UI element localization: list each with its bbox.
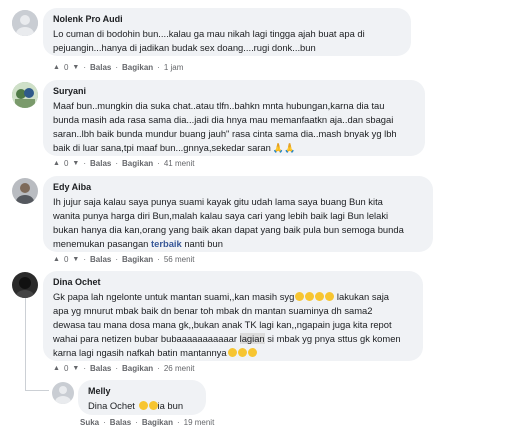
comment-bubble: Nolenk Pro Audi Lo cuman di bodohin bun.… bbox=[43, 8, 411, 56]
comment-actions: ▲ 0 ▼ · Balas · Bagikan · 1 jam bbox=[53, 63, 184, 73]
avatar[interactable] bbox=[52, 382, 74, 404]
comment-actions: ▲ 0 ▼ · Balas · Bagikan · 26 menit bbox=[53, 364, 195, 374]
share-button[interactable]: Bagikan bbox=[122, 63, 153, 73]
comment-author[interactable]: Nolenk Pro Audi bbox=[53, 13, 401, 25]
comment-line: saran..lbh baik bunda mundur buang jauh"… bbox=[53, 128, 397, 139]
upvote-icon[interactable]: ▲ bbox=[53, 159, 60, 169]
thread-connector bbox=[25, 390, 49, 391]
comment-actions: ▲ 0 ▼ · Balas · Bagikan · 41 menit bbox=[53, 159, 195, 169]
comment-line: dewasa tau mana dosa mana gk,,bukan anak… bbox=[53, 319, 392, 330]
highlighted-word: lagian bbox=[239, 333, 265, 344]
comment-text: Dina Ochet ia bun bbox=[88, 400, 184, 411]
comment-line: baik di luar sana,tpi maaf bun...gnnya,s… bbox=[53, 142, 296, 153]
comment-bubble: Melly Dina Ochet ia bun bbox=[78, 380, 206, 415]
hashtag-link[interactable]: terbaik bbox=[151, 238, 182, 249]
comment-actions: ▲ 0 ▼ · Balas · Bagikan · 56 menit bbox=[53, 255, 195, 265]
vote-count: 0 bbox=[63, 63, 69, 72]
comment-line: pejuangin...hanya di jadikan budak sex d… bbox=[53, 42, 316, 53]
comment-time[interactable]: 1 jam bbox=[164, 63, 184, 73]
vote-count: 0 bbox=[63, 255, 69, 264]
downvote-icon[interactable]: ▼ bbox=[72, 63, 79, 73]
comment-line: wanita punya harga diri Bun,malah kalau … bbox=[53, 210, 389, 221]
comment-time[interactable]: 41 menit bbox=[164, 159, 195, 169]
profile-photo-icon bbox=[12, 272, 38, 298]
comment-line: karna lagi ngasih nafkah batin mantannya bbox=[53, 346, 413, 360]
comment-text: Ih jujur saja kalau saya punya suami kay… bbox=[53, 195, 423, 251]
profile-photo-icon bbox=[12, 82, 38, 108]
comment-line: Maaf bun..mungkin dia suka chat..atau tl… bbox=[53, 100, 385, 111]
avatar[interactable] bbox=[12, 10, 38, 36]
vote-count: 0 bbox=[63, 364, 69, 373]
share-button[interactable]: Bagikan bbox=[122, 364, 153, 374]
profile-photo-icon bbox=[12, 178, 38, 204]
thread-connector bbox=[25, 297, 26, 391]
upvote-icon[interactable]: ▲ bbox=[53, 364, 60, 374]
reply-button[interactable]: Balas bbox=[90, 364, 111, 374]
downvote-icon[interactable]: ▼ bbox=[72, 159, 79, 169]
mention-link[interactable]: Dina Ochet bbox=[88, 400, 135, 411]
downvote-icon[interactable]: ▼ bbox=[72, 255, 79, 265]
reply-button[interactable]: Balas bbox=[90, 63, 111, 73]
default-avatar-icon bbox=[12, 10, 38, 36]
avatar[interactable] bbox=[12, 178, 38, 204]
comment-line: Gk papa lah ngelonte untuk mantan suami,… bbox=[53, 291, 390, 302]
comment-line: menemukan pasangan terbaik nanti bun bbox=[53, 238, 223, 249]
upvote-icon[interactable]: ▲ bbox=[53, 63, 60, 73]
comment-author[interactable]: Suryani bbox=[53, 85, 415, 97]
comment-bubble: Edy Aiba Ih jujur saja kalau saya punya … bbox=[43, 176, 433, 252]
comment-bubble: Dina Ochet Gk papa lah ngelonte untuk ma… bbox=[43, 271, 423, 361]
vote-count: 0 bbox=[63, 159, 69, 168]
reply-button[interactable]: Balas bbox=[90, 255, 111, 265]
reply-button[interactable]: Balas bbox=[110, 418, 131, 428]
comment-author[interactable]: Edy Aiba bbox=[53, 181, 423, 193]
comment-line: Lo cuman di bodohin bun....kalau ga mau … bbox=[53, 28, 365, 39]
reply-button[interactable]: Balas bbox=[90, 159, 111, 169]
comment-text: Gk papa lah ngelonte untuk mantan suami,… bbox=[53, 290, 413, 360]
comment-line: wahai para netizen bubar bubaaaaaaaaaaar… bbox=[53, 333, 401, 344]
comment-line: bukan hanya dia kan,orang yang baik akan… bbox=[53, 224, 404, 235]
default-avatar-icon bbox=[52, 382, 74, 404]
laughing-emoji-icon bbox=[227, 347, 257, 358]
comment-line: bunda masih ada rasa sama dia...jadi dia… bbox=[53, 114, 394, 125]
share-button[interactable]: Bagikan bbox=[122, 255, 153, 265]
comment-text: Lo cuman di bodohin bun....kalau ga mau … bbox=[53, 27, 401, 55]
comment-text: Maaf bun..mungkin dia suka chat..atau tl… bbox=[53, 99, 415, 155]
comment-time[interactable]: 56 menit bbox=[164, 255, 195, 265]
comment-line: apa yg mnurut mbak baik dn benar toh mba… bbox=[53, 305, 373, 316]
downvote-icon[interactable]: ▼ bbox=[72, 364, 79, 374]
upvote-icon[interactable]: ▲ bbox=[53, 255, 60, 265]
comment-line: Ih jujur saja kalau saya punya suami kay… bbox=[53, 196, 383, 207]
share-button[interactable]: Bagikan bbox=[142, 418, 173, 428]
pray-emoji-icon: 🙏🙏 bbox=[272, 143, 296, 153]
avatar[interactable] bbox=[12, 82, 38, 108]
comment-time[interactable]: 26 menit bbox=[164, 364, 195, 374]
like-button[interactable]: Suka bbox=[80, 418, 99, 428]
comment-time[interactable]: 19 menit bbox=[184, 418, 215, 428]
laughing-emoji-icon bbox=[138, 400, 158, 411]
comment-bubble: Suryani Maaf bun..mungkin dia suka chat.… bbox=[43, 80, 425, 156]
laughing-emoji-icon bbox=[294, 291, 335, 302]
comment-author[interactable]: Melly bbox=[88, 385, 196, 397]
avatar[interactable] bbox=[12, 272, 38, 298]
comment-actions: Suka · Balas · Bagikan · 19 menit bbox=[80, 418, 215, 428]
comment-author[interactable]: Dina Ochet bbox=[53, 276, 413, 288]
share-button[interactable]: Bagikan bbox=[122, 159, 153, 169]
